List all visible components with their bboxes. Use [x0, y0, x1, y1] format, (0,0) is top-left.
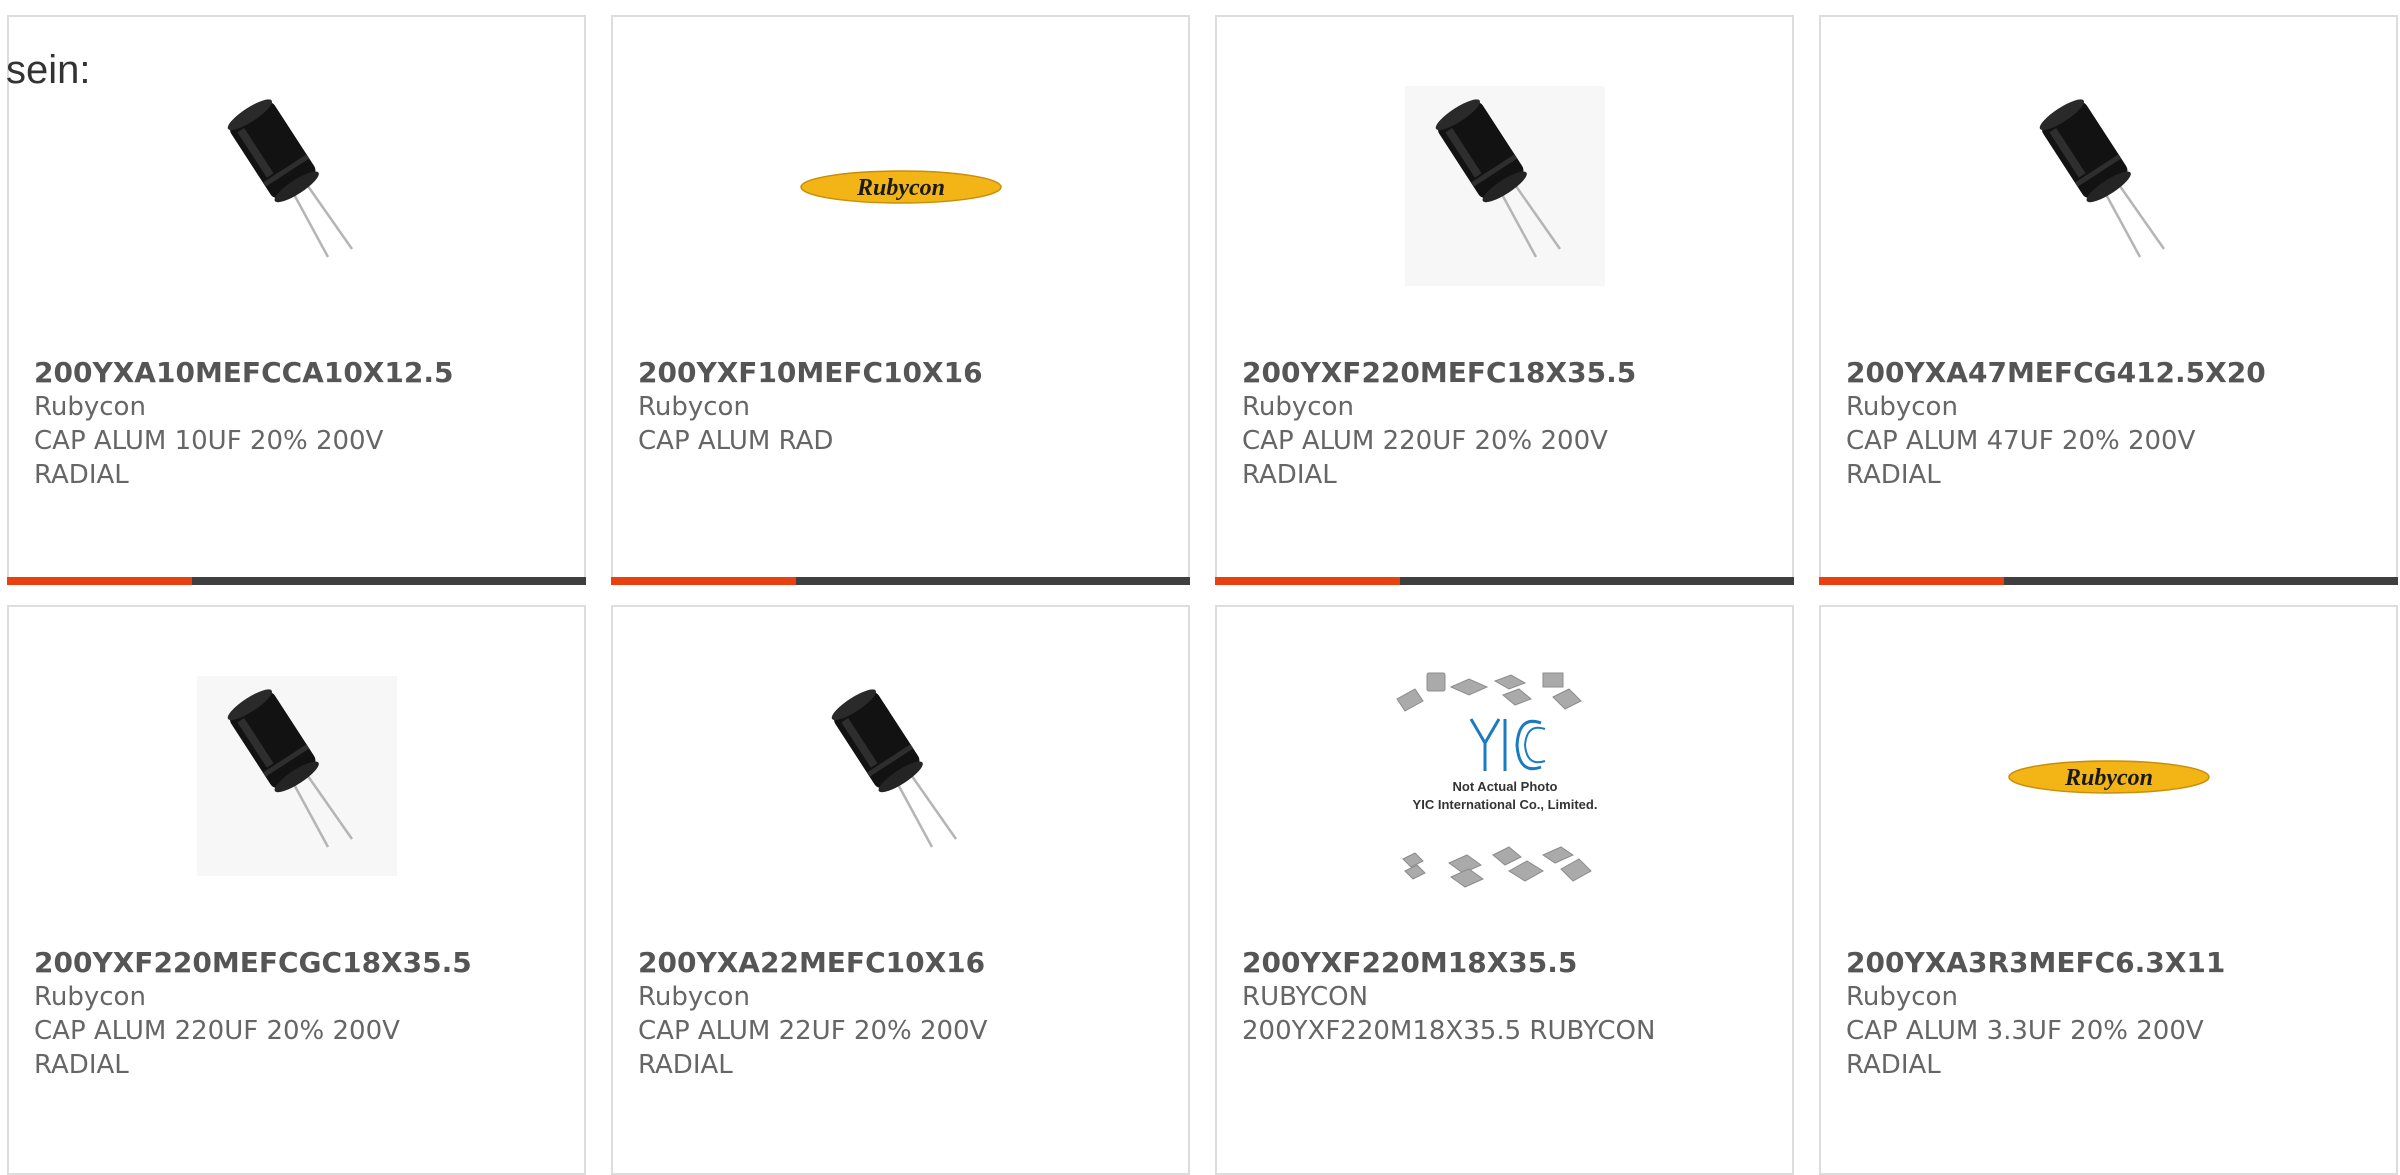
- part-number[interactable]: 200YXF10MEFC10X16: [638, 356, 1168, 390]
- product-image[interactable]: Rubycon: [2006, 673, 2212, 879]
- description: CAP ALUM 22UF 20% 200V: [638, 1016, 988, 1046]
- product-image[interactable]: Rubycon: [798, 83, 1004, 289]
- card-bar: [1819, 577, 2398, 585]
- description: CAP ALUM RAD: [638, 426, 834, 456]
- description: 200YXF220M18X35.5 RUBYCON: [1242, 1016, 1656, 1046]
- product-image[interactable]: [798, 673, 1004, 879]
- logo-text: Rubycon: [2063, 765, 2152, 791]
- part-number[interactable]: 200YXF220M18X35.5: [1242, 946, 1772, 980]
- capacitor-icon: [227, 99, 353, 258]
- capacitor-icon: [196, 676, 397, 876]
- card-bar-fill: [1819, 577, 2005, 585]
- description: CAP ALUM 47UF 20% 200V: [1846, 426, 2196, 456]
- product-image[interactable]: [194, 673, 400, 879]
- product-grid: 200YXA10MEFCCA10X12.5 Rubycon CAP ALUM 1…: [7, 15, 2398, 1175]
- card-bar: [611, 577, 1190, 585]
- manufacturer: RUBYCON: [1242, 982, 1369, 1012]
- capacitor-icon: [1404, 86, 1605, 286]
- intro-text: sein:: [6, 48, 91, 92]
- product-card[interactable]: Rubycon 200YXF10MEFC10X16 Rubycon CAP AL…: [611, 15, 1190, 585]
- placeholder-line2: YIC International Co., Limited.: [1412, 797, 1597, 812]
- product-card[interactable]: 200YXA22MEFC10X16 Rubycon CAP ALUM 22UF …: [611, 605, 1190, 1175]
- description: RADIAL: [34, 1050, 129, 1080]
- product-card[interactable]: 200YXA10MEFCCA10X12.5 Rubycon CAP ALUM 1…: [7, 15, 586, 585]
- description: RADIAL: [34, 460, 129, 490]
- capacitor-icon: [2039, 99, 2165, 258]
- description: RADIAL: [1846, 1050, 1941, 1080]
- part-number[interactable]: 200YXF220MEFCGC18X35.5: [34, 946, 564, 980]
- description: RADIAL: [1846, 460, 1941, 490]
- yic-placeholder-image: Not Actual Photo YIC International Co., …: [1395, 672, 1597, 888]
- product-image[interactable]: [1402, 83, 1608, 289]
- manufacturer: Rubycon: [34, 392, 146, 422]
- part-number[interactable]: 200YXA47MEFCG412.5X20: [1846, 356, 2376, 390]
- part-number[interactable]: 200YXA10MEFCCA10X12.5: [34, 356, 564, 390]
- product-card[interactable]: 200YXF220MEFC18X35.5 Rubycon CAP ALUM 22…: [1215, 15, 1794, 585]
- card-bar-fill: [1215, 577, 1401, 585]
- manufacturer: Rubycon: [638, 982, 750, 1012]
- description: CAP ALUM 220UF 20% 200V: [34, 1016, 400, 1046]
- capacitor-icon: [831, 689, 957, 848]
- description: RADIAL: [1242, 460, 1337, 490]
- part-number[interactable]: 200YXA22MEFC10X16: [638, 946, 1168, 980]
- product-image[interactable]: Not Actual Photo YIC International Co., …: [1385, 659, 1625, 899]
- description: CAP ALUM 10UF 20% 200V: [34, 426, 384, 456]
- description: RADIAL: [638, 1050, 733, 1080]
- product-card[interactable]: Not Actual Photo YIC International Co., …: [1215, 605, 1794, 1175]
- logo-text: Rubycon: [855, 175, 944, 201]
- description: CAP ALUM 220UF 20% 200V: [1242, 426, 1608, 456]
- card-bar: [1215, 577, 1794, 585]
- card-bar-fill: [7, 577, 193, 585]
- rubycon-logo: Rubycon: [2007, 760, 2210, 794]
- product-image[interactable]: [2006, 83, 2212, 289]
- rubycon-logo: Rubycon: [799, 170, 1002, 204]
- part-number[interactable]: 200YXA3R3MEFC6.3X11: [1846, 946, 2376, 980]
- manufacturer: Rubycon: [638, 392, 750, 422]
- part-number[interactable]: 200YXF220MEFC18X35.5: [1242, 356, 1772, 390]
- product-card[interactable]: 200YXA47MEFCG412.5X20 Rubycon CAP ALUM 4…: [1819, 15, 2398, 585]
- product-card[interactable]: Rubycon 200YXA3R3MEFC6.3X11 Rubycon CAP …: [1819, 605, 2398, 1175]
- card-bar: [7, 577, 586, 585]
- product-card[interactable]: 200YXF220MEFCGC18X35.5 Rubycon CAP ALUM …: [7, 605, 586, 1175]
- description: CAP ALUM 3.3UF 20% 200V: [1846, 1016, 2204, 1046]
- product-image[interactable]: [194, 83, 400, 289]
- manufacturer: Rubycon: [1242, 392, 1354, 422]
- placeholder-line1: Not Actual Photo: [1452, 779, 1557, 794]
- manufacturer: Rubycon: [1846, 392, 1958, 422]
- manufacturer: Rubycon: [34, 982, 146, 1012]
- card-bar-fill: [611, 577, 797, 585]
- manufacturer: Rubycon: [1846, 982, 1958, 1012]
